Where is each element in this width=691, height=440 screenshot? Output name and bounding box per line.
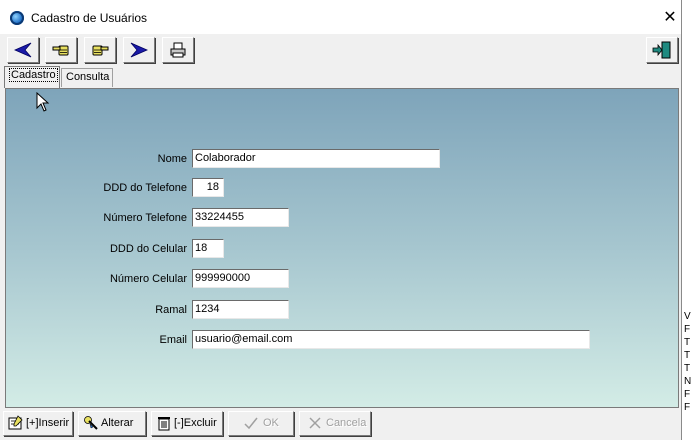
mouse-pointer-icon — [36, 92, 50, 112]
cancela-button[interactable]: Cancela — [299, 411, 371, 436]
exit-door-icon — [652, 41, 671, 59]
cancela-label: Cancela — [326, 417, 367, 429]
ramal-label: Ramal — [155, 304, 187, 316]
action-bar: [+]Inserir Alterar [-]Excluir OK Cancela — [0, 409, 681, 440]
print-button[interactable] — [162, 37, 194, 63]
insert-form-icon — [8, 415, 23, 430]
tab-strip: Cadastro Consulta — [0, 66, 681, 88]
excluir-label: Excluir — [183, 417, 217, 429]
cancel-x-icon — [309, 417, 321, 429]
check-icon — [244, 417, 258, 430]
tab-consulta-label: Consulta — [66, 71, 110, 83]
exit-button[interactable] — [646, 37, 678, 63]
next-record-button[interactable] — [84, 37, 116, 63]
tab-consulta[interactable]: Consulta — [61, 68, 113, 87]
nome-label: Nome — [157, 153, 187, 165]
first-record-button[interactable] — [7, 37, 39, 63]
ramal-field[interactable]: 1234 — [192, 300, 289, 319]
close-button[interactable]: ✕ — [658, 7, 681, 29]
excluir-button[interactable]: [-]Excluir — [151, 411, 223, 436]
toolbar — [0, 34, 681, 66]
email-label: Email — [159, 334, 187, 346]
ddd-telefone-field[interactable]: 18 — [192, 178, 224, 197]
email-field[interactable]: usuario@email.com — [192, 330, 590, 349]
arrow-right-icon — [130, 42, 148, 58]
numero-telefone-field[interactable]: 33224455 — [192, 208, 289, 227]
edit-pencil-icon — [84, 416, 98, 430]
numero-telefone-label: Número Telefone — [103, 212, 187, 224]
hand-point-left-icon — [52, 45, 69, 56]
numero-celular-field[interactable]: 999990000 — [192, 269, 289, 288]
ddd-celular-field[interactable]: 18 — [192, 239, 224, 258]
app-icon — [10, 11, 24, 25]
inserir-button[interactable]: [+]Inserir — [3, 411, 73, 436]
previous-record-button[interactable] — [45, 37, 77, 63]
alterar-button[interactable]: Alterar — [78, 411, 146, 436]
arrow-left-icon — [14, 42, 32, 58]
ddd-telefone-label: DDD do Telefone — [103, 182, 187, 194]
excluir-prefix: [-] — [174, 417, 184, 429]
ok-button[interactable]: OK — [228, 411, 294, 436]
ok-label: OK — [263, 417, 279, 429]
inserir-label: Inserir — [38, 417, 70, 429]
tab-cadastro-label: Cadastro — [9, 68, 58, 82]
printer-icon — [170, 42, 186, 58]
cadastro-usuarios-window: Cadastro de Usuários ✕ Cadastro Consulta… — [0, 0, 682, 440]
alterar-label: Alterar — [101, 417, 134, 429]
tab-cadastro[interactable]: Cadastro — [4, 66, 60, 88]
title-bar[interactable]: Cadastro de Usuários ✕ — [0, 0, 681, 35]
last-record-button[interactable] — [123, 37, 155, 63]
inserir-prefix: [+] — [26, 417, 39, 429]
background-window-text: V F T T T N F F — [684, 311, 691, 413]
hand-point-right-icon — [92, 45, 109, 56]
window-title: Cadastro de Usuários — [31, 11, 148, 25]
trash-icon — [158, 417, 170, 431]
nome-field[interactable]: Colaborador — [192, 149, 440, 168]
numero-celular-label: Número Celular — [109, 273, 187, 285]
ddd-celular-label: DDD do Celular — [109, 243, 187, 255]
